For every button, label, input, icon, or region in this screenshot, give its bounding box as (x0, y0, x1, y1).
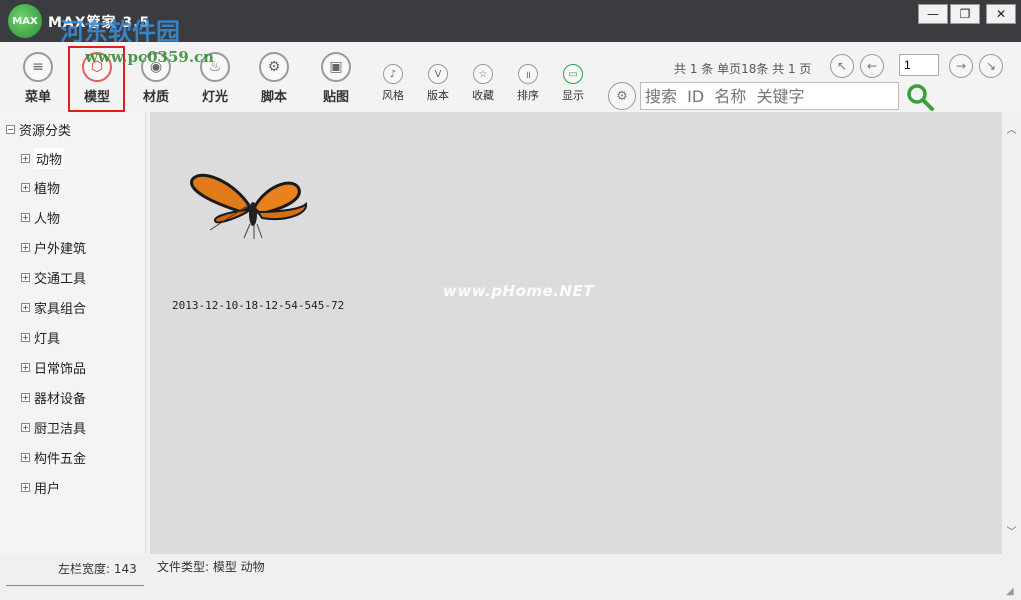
script-label: 脚本 (260, 90, 287, 105)
tree-item-label: 用户 (34, 482, 61, 497)
model-thumbnail[interactable] (180, 162, 320, 252)
tree-root-label: 资源分类 (19, 124, 72, 139)
expand-icon[interactable]: + (21, 453, 30, 462)
resize-grip-icon[interactable]: ◢ (1006, 586, 1014, 597)
expand-icon[interactable]: + (21, 393, 30, 402)
texture-button[interactable]: ▣ 贴图 (311, 52, 361, 105)
title-bar: MAX MAX管家 3.5 河东软件园 — ❐ ✕ (0, 0, 1021, 46)
paging-summary: 共 1 条 单页18条 共 1 页 (674, 62, 812, 76)
next-page-icon[interactable]: → (949, 54, 973, 78)
version-label: 版本 (427, 89, 449, 102)
tree-item-hardware[interactable]: + 构件五金 (21, 448, 86, 467)
style-label: 风格 (382, 89, 404, 102)
display-label: 显示 (562, 89, 584, 102)
pchome-watermark: www.pHome.NET (443, 282, 594, 300)
star-icon: ☆ (473, 64, 493, 84)
menu-label: 菜单 (24, 90, 51, 105)
scroll-down-icon[interactable]: ﹀ (1002, 524, 1021, 542)
favorite-label: 收藏 (472, 89, 494, 102)
music-note-icon: ♪ (383, 64, 403, 84)
tree-item-lamps[interactable]: + 灯具 (21, 328, 60, 347)
status-bar: 左栏宽度: 143 文件类型: 模型 动物 ◢ (0, 554, 1021, 600)
tree-item-label: 灯具 (34, 332, 61, 347)
tree-item-user[interactable]: + 用户 (21, 478, 60, 497)
tree-item-label: 户外建筑 (34, 242, 87, 257)
expand-icon[interactable]: + (21, 154, 30, 163)
tree-item-outdoor[interactable]: + 户外建筑 (21, 238, 86, 257)
script-button[interactable]: ⚙ 脚本 (249, 52, 299, 105)
expand-icon[interactable]: + (21, 243, 30, 252)
style-button[interactable]: ♪ 风格 (373, 64, 413, 103)
minimize-button[interactable]: — (918, 4, 948, 24)
tree-item-furniture[interactable]: + 家具组合 (21, 298, 86, 317)
monitor-icon: ▭ (563, 64, 583, 84)
tree-item-label: 构件五金 (34, 452, 87, 467)
sort-label: 排序 (517, 89, 539, 102)
expand-icon[interactable]: + (21, 303, 30, 312)
app-logo: MAX (8, 4, 42, 38)
light-label: 灯光 (201, 90, 228, 105)
expand-icon[interactable]: + (21, 273, 30, 282)
tree-item-label: 器材设备 (34, 392, 87, 407)
tree-item-label: 厨卫洁具 (34, 422, 87, 437)
tree-item-label: 家具组合 (34, 302, 87, 317)
first-page-icon[interactable]: ↖ (830, 54, 854, 78)
version-button[interactable]: V 版本 (418, 64, 458, 103)
search-settings-icon[interactable]: ⚙ (608, 82, 636, 110)
gear-icon: ⚙ (259, 52, 289, 82)
sidebar-width-status: 左栏宽度: 143 (58, 562, 137, 576)
material-label: 材质 (142, 90, 169, 105)
tree-item-bathroom[interactable]: + 厨卫洁具 (21, 418, 86, 437)
collapse-icon[interactable]: − (6, 125, 15, 134)
tree-item-label: 交通工具 (34, 272, 87, 287)
close-button[interactable]: ✕ (986, 4, 1016, 24)
page-number-input[interactable] (899, 54, 939, 76)
scroll-up-icon[interactable]: ︿ (1002, 122, 1021, 140)
maximize-button[interactable]: ❐ (950, 4, 980, 24)
pause-icon: ॥ (518, 64, 538, 84)
expand-icon[interactable]: + (21, 333, 30, 342)
tree-item-decor[interactable]: + 日常饰品 (21, 358, 86, 377)
watermark-url: www.pc0359.cn (85, 48, 215, 66)
search-icon[interactable] (905, 82, 935, 112)
favorite-button[interactable]: ☆ 收藏 (463, 64, 503, 103)
category-sidebar: − 资源分类 + 动物 + 植物 + 人物 + 户外建筑 + 交通工具 + 家具组合 + 灯具… (0, 112, 146, 554)
display-button[interactable]: ▭ 显示 (553, 64, 593, 103)
image-icon: ▣ (321, 52, 351, 82)
tree-item-label: 日常饰品 (34, 362, 87, 377)
tree-item-label: 植物 (34, 182, 61, 197)
vertical-scrollbar[interactable]: ︿ ﹀ (1002, 112, 1021, 554)
last-page-icon[interactable]: ↘ (979, 54, 1003, 78)
tree-item-animals[interactable]: + 动物 (21, 148, 65, 169)
tree-item-label: 人物 (34, 212, 61, 227)
menu-icon: ≡ (23, 52, 53, 82)
sort-button[interactable]: ॥ 排序 (508, 64, 548, 103)
expand-icon[interactable]: + (21, 213, 30, 222)
logo-text: MAX (12, 15, 38, 27)
expand-icon[interactable]: + (21, 483, 30, 492)
search-input[interactable] (640, 82, 899, 110)
tree-item-plants[interactable]: + 植物 (21, 178, 60, 197)
tree-item-label: 动物 (34, 148, 65, 169)
butterfly-image (190, 173, 308, 239)
tree-item-equipment[interactable]: + 器材设备 (21, 388, 86, 407)
expand-icon[interactable]: + (21, 363, 30, 372)
version-icon: V (428, 64, 448, 84)
tree-root[interactable]: − 资源分类 (6, 120, 71, 139)
texture-label: 贴图 (322, 90, 349, 105)
prev-page-icon[interactable]: ← (860, 54, 884, 78)
tree-item-people[interactable]: + 人物 (21, 208, 60, 227)
expand-icon[interactable]: + (21, 423, 30, 432)
menu-button[interactable]: ≡ 菜单 (13, 52, 63, 105)
file-type-status: 文件类型: 模型 动物 (157, 560, 265, 574)
model-grid: 2013-12-10-18-12-54-545-72 www.pHome.NET (150, 112, 1002, 554)
tree-item-vehicles[interactable]: + 交通工具 (21, 268, 86, 287)
thumbnail-caption: 2013-12-10-18-12-54-545-72 (172, 299, 345, 312)
expand-icon[interactable]: + (21, 183, 30, 192)
sidebar-resize-divider[interactable] (6, 585, 144, 586)
